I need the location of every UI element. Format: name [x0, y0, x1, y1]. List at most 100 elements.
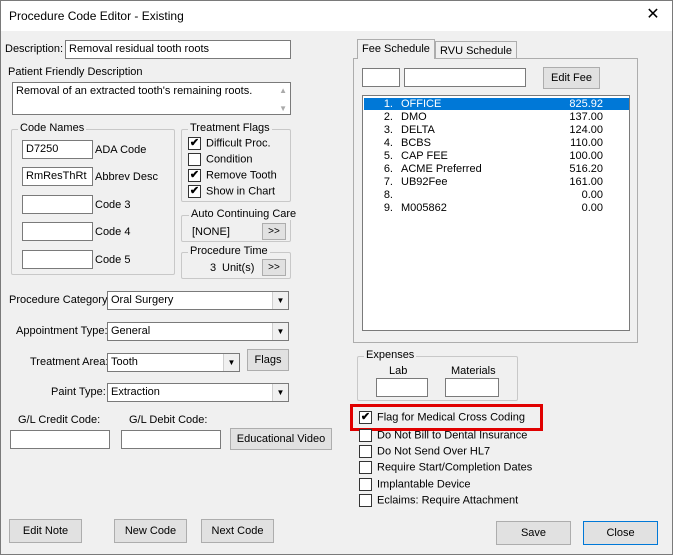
- chevron-down-icon[interactable]: ▼: [272, 323, 288, 340]
- paint-type-label: Paint Type:: [51, 386, 106, 398]
- close-icon[interactable]: ✕: [642, 5, 664, 27]
- fee-input-2[interactable]: [404, 68, 526, 87]
- title-bar: Procedure Code Editor - Existing ✕: [1, 1, 672, 31]
- procedure-time-button[interactable]: >>: [262, 259, 286, 276]
- remove-tooth-checkbox[interactable]: ✔ Remove Tooth: [188, 169, 277, 182]
- description-label: Description:: [5, 43, 64, 55]
- chevron-down-icon[interactable]: ▼: [272, 292, 288, 309]
- list-item[interactable]: 9. M005862 0.00: [364, 202, 629, 214]
- checkbox-box[interactable]: [188, 153, 201, 166]
- checkbox-box[interactable]: [359, 445, 372, 458]
- tab-rvu-schedule[interactable]: RVU Schedule: [435, 41, 517, 59]
- do-not-bill-dental-checkbox[interactable]: Do Not Bill to Dental Insurance: [359, 429, 527, 442]
- code-5-input[interactable]: [22, 250, 93, 269]
- window-title: Procedure Code Editor - Existing: [9, 9, 184, 23]
- list-item[interactable]: 8. 0.00: [364, 189, 629, 201]
- eclaims-require-attachment-checkbox[interactable]: Eclaims: Require Attachment: [359, 494, 518, 507]
- treatment-area-label: Treatment Area:: [30, 356, 109, 368]
- next-code-button[interactable]: Next Code: [201, 519, 274, 543]
- row-name: DELTA: [401, 124, 435, 136]
- new-code-button[interactable]: New Code: [114, 519, 187, 543]
- gl-debit-label: G/L Debit Code:: [129, 414, 208, 426]
- row-name: OFFICE: [401, 98, 442, 110]
- show-in-chart-checkbox[interactable]: ✔ Show in Chart: [188, 185, 275, 198]
- procedure-time-units-label: Unit(s): [222, 262, 255, 274]
- appointment-type-select[interactable]: General ▼: [107, 322, 289, 341]
- row-num: 7.: [383, 176, 393, 188]
- do-not-send-hl7-checkbox[interactable]: Do Not Send Over HL7: [359, 445, 490, 458]
- checkbox-box[interactable]: ✔: [188, 169, 201, 182]
- row-name: BCBS: [401, 137, 431, 149]
- row-num: 4.: [383, 137, 393, 149]
- close-button[interactable]: Close: [583, 521, 658, 545]
- row-value: 516.20: [569, 163, 603, 175]
- procedure-category-select[interactable]: Oral Surgery ▼: [107, 291, 289, 310]
- code-4-input[interactable]: [22, 222, 93, 241]
- row-value: 124.00: [569, 124, 603, 136]
- gl-credit-input[interactable]: [10, 430, 110, 449]
- checkbox-box[interactable]: [359, 478, 372, 491]
- save-button[interactable]: Save: [496, 521, 571, 545]
- row-num: 2.: [383, 111, 393, 123]
- materials-input[interactable]: [445, 378, 499, 397]
- abbrev-desc-input[interactable]: RmResThRt: [22, 167, 93, 186]
- treatment-area-value: Tooth: [111, 356, 138, 368]
- list-item[interactable]: 4. BCBS 110.00: [364, 137, 629, 149]
- fee-schedule-list[interactable]: 1. OFFICE 825.92 2. DMO 137.00 3. DELTA 124.00…: [362, 95, 630, 331]
- scroll-down-icon[interactable]: ▼: [279, 102, 287, 114]
- code-3-label: Code 3: [95, 199, 131, 211]
- row-name: M005862: [401, 202, 447, 214]
- checkbox-label: Implantable Device: [377, 478, 471, 491]
- checkbox-box[interactable]: ✔: [188, 137, 201, 150]
- treatment-area-select[interactable]: Tooth ▼: [107, 353, 240, 372]
- lab-input[interactable]: [376, 378, 428, 397]
- auto-continuing-care-value: [NONE]: [192, 226, 230, 238]
- code-3-input[interactable]: [22, 195, 93, 214]
- checkbox-box[interactable]: [359, 461, 372, 474]
- appointment-type-value: General: [111, 325, 151, 337]
- description-input[interactable]: Removal residual tooth roots: [65, 40, 291, 59]
- difficult-proc-checkbox[interactable]: ✔ Difficult Proc.: [188, 137, 271, 150]
- list-item[interactable]: 5. CAP FEE 100.00: [364, 150, 629, 162]
- checkbox-box[interactable]: ✔: [188, 185, 201, 198]
- chevron-down-icon[interactable]: ▼: [223, 354, 239, 371]
- checkbox-box[interactable]: [359, 494, 372, 507]
- implantable-device-checkbox[interactable]: Implantable Device: [359, 478, 471, 491]
- checkbox-label: Show in Chart: [206, 185, 276, 198]
- checkbox-box[interactable]: [359, 429, 372, 442]
- appointment-type-label: Appointment Type:: [16, 325, 108, 337]
- condition-checkbox[interactable]: Condition: [188, 153, 252, 166]
- procedure-category-label: Procedure Category:: [9, 294, 111, 306]
- list-item[interactable]: 1. OFFICE 825.92: [364, 98, 629, 110]
- list-item[interactable]: 3. DELTA 124.00: [364, 124, 629, 136]
- list-item[interactable]: 7. UB92Fee 161.00: [364, 176, 629, 188]
- list-item[interactable]: 6. ACME Preferred 516.20: [364, 163, 629, 175]
- ada-code-input[interactable]: D7250: [22, 140, 93, 159]
- checkbox-label: Require Start/Completion Dates: [377, 461, 533, 474]
- row-value: 0.00: [581, 202, 603, 214]
- row-num: 3.: [383, 124, 393, 136]
- patient-friendly-textarea[interactable]: Removal of an extracted tooth's remainin…: [12, 82, 291, 115]
- chevron-down-icon[interactable]: ▼: [272, 384, 288, 401]
- checkbox-label: Do Not Bill to Dental Insurance: [377, 429, 528, 442]
- scroll-up-icon[interactable]: ▲: [279, 84, 287, 97]
- auto-continuing-care-button[interactable]: >>: [262, 223, 286, 240]
- tab-fee-schedule[interactable]: Fee Schedule: [357, 39, 435, 59]
- procedure-time-title: Procedure Time: [188, 245, 270, 257]
- gl-debit-input[interactable]: [121, 430, 221, 449]
- row-num: 6.: [383, 163, 393, 175]
- highlight-box: [350, 404, 543, 431]
- patient-friendly-text: Removal of an extracted tooth's remainin…: [16, 85, 253, 97]
- row-name: UB92Fee: [401, 176, 448, 188]
- require-start-completion-checkbox[interactable]: Require Start/Completion Dates: [359, 461, 532, 474]
- checkbox-label: Eclaims: Require Attachment: [377, 494, 519, 507]
- fee-input-1[interactable]: [362, 68, 400, 87]
- edit-fee-button[interactable]: Edit Fee: [543, 67, 600, 89]
- flags-button[interactable]: Flags: [247, 349, 289, 371]
- list-item[interactable]: 2. DMO 137.00: [364, 111, 629, 123]
- educational-video-button[interactable]: Educational Video: [230, 428, 332, 450]
- checkbox-label: Difficult Proc.: [206, 137, 271, 150]
- edit-note-button[interactable]: Edit Note: [9, 519, 82, 543]
- paint-type-select[interactable]: Extraction ▼: [107, 383, 289, 402]
- treatment-flags-title: Treatment Flags: [188, 122, 272, 134]
